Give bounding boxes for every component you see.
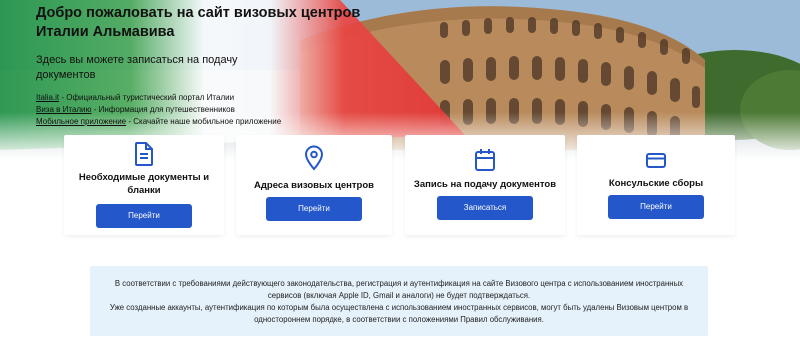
card-title: Запись на подачу документов <box>413 179 557 190</box>
hero-link-row: Виза в Италию - Информация для путешеств… <box>36 104 336 116</box>
notice-text: В соответствии с требованиями действующе… <box>114 279 684 300</box>
card-consular-fees: Консульские сборы Перейти <box>577 135 735 235</box>
hero-link-description: - Официальный туристический портал Итали… <box>59 93 235 102</box>
card-required-documents: Необходимые документы и бланки Перейти <box>64 135 224 235</box>
addresses-go-button[interactable]: Перейти <box>266 197 362 221</box>
location-pin-icon <box>302 145 326 171</box>
calendar-icon <box>473 147 497 173</box>
credit-card-icon <box>644 147 668 173</box>
documents-go-button[interactable]: Перейти <box>96 204 192 228</box>
italia-it-link[interactable]: Italia.it <box>36 93 59 102</box>
notice-text: Уже созданные аккаунты, аутентификация п… <box>109 303 689 324</box>
fees-go-button[interactable]: Перейти <box>608 195 704 219</box>
mobile-app-link[interactable]: Мобильное приложение <box>36 117 126 126</box>
hero-link-row: Italia.it - Официальный туристический по… <box>36 92 336 104</box>
hero-link-description: - Информация для путешественников <box>91 105 235 114</box>
hero-link-row: Мобильное приложение - Скачайте наше моб… <box>36 116 336 128</box>
document-icon <box>132 141 156 167</box>
notice-box: В соответствии с требованиями действующе… <box>90 266 708 336</box>
card-visa-center-addresses: Адреса визовых центров Перейти <box>236 135 392 235</box>
visa-italy-link[interactable]: Виза в Италию <box>36 105 92 114</box>
card-title: Адреса визовых центров <box>254 180 374 191</box>
card-title: Консульские сборы <box>608 178 704 189</box>
page-title: Добро пожаловать на сайт визовых центров… <box>36 5 361 40</box>
hero-link-description: - Скачайте наше мобильное приложение <box>126 117 282 126</box>
appointment-button[interactable]: Записаться <box>437 196 533 220</box>
hero-links: Italia.it - Официальный туристический по… <box>36 92 336 128</box>
card-appointment: Запись на подачу документов Записаться <box>405 135 565 235</box>
hero-subtitle: Здесь вы можете записаться на подачу док… <box>36 54 238 81</box>
card-title: Необходимые документы и бланки <box>78 172 210 196</box>
